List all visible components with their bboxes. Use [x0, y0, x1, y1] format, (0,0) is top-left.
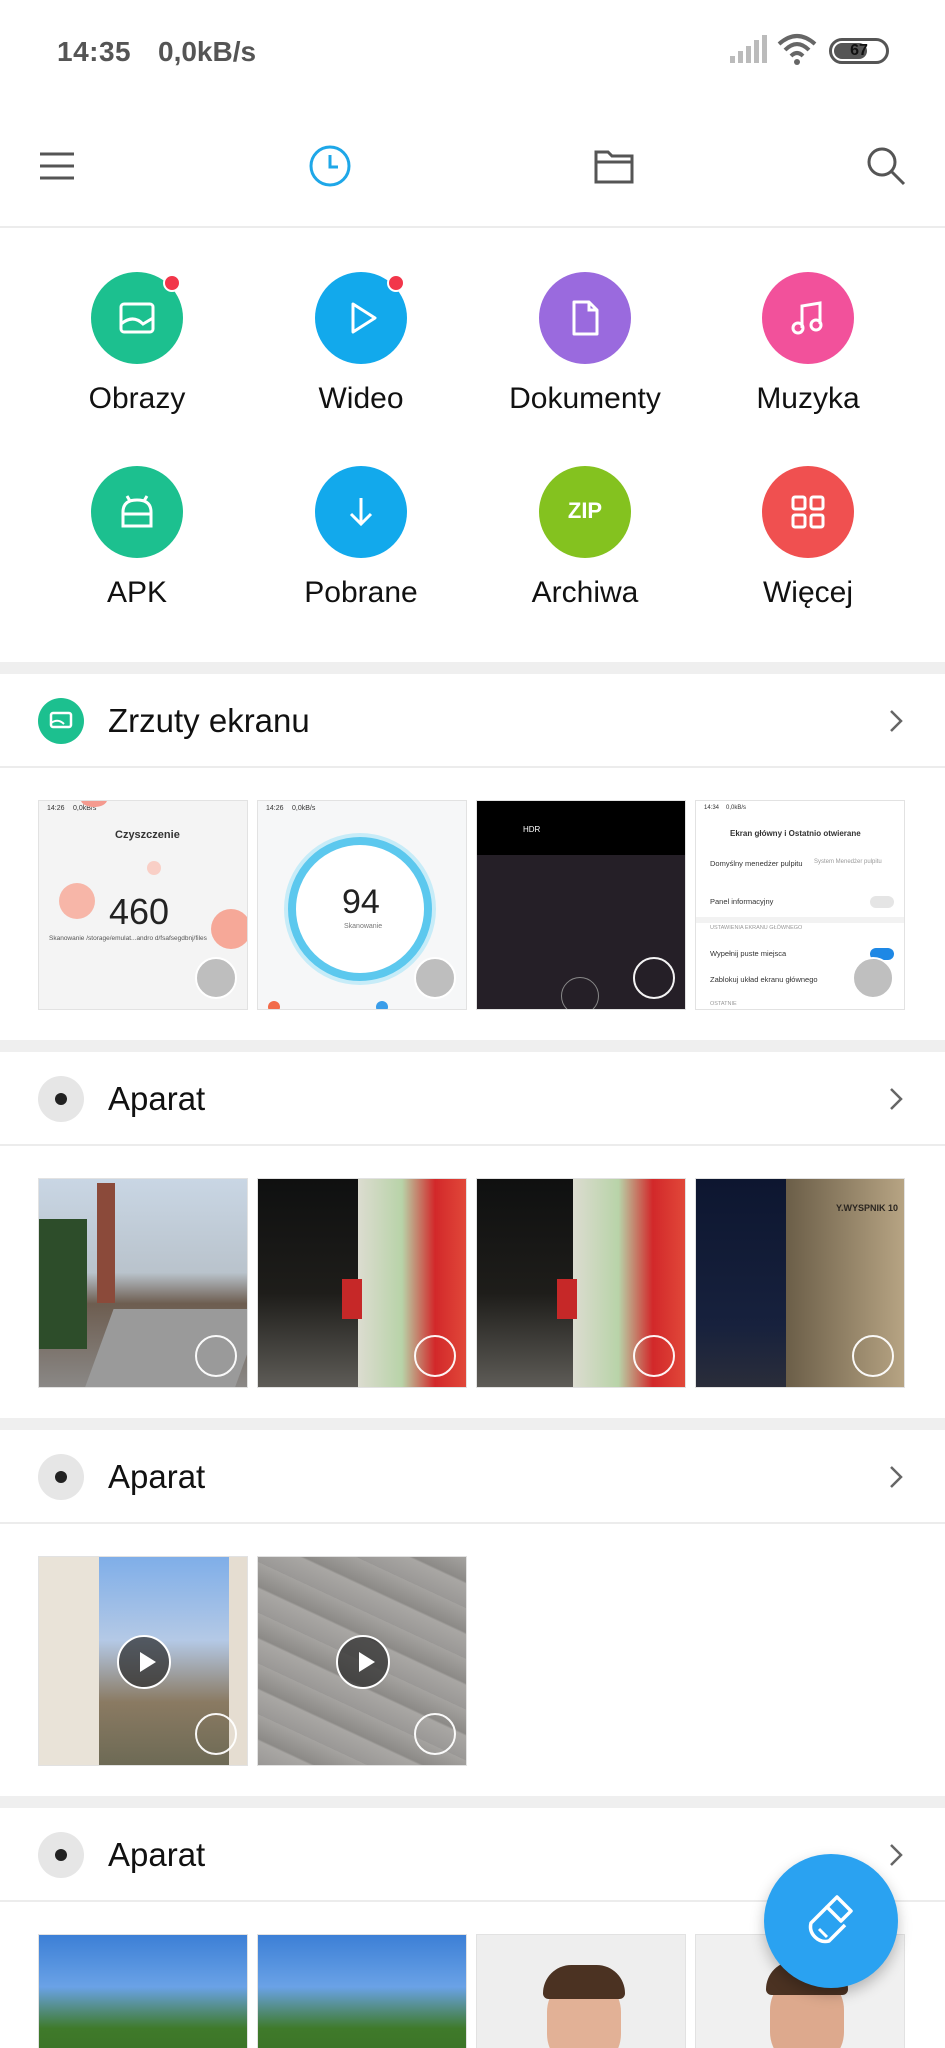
section-header-screenshots[interactable]: Zrzuty ekranu: [0, 674, 945, 768]
camera-icon: [38, 1454, 84, 1500]
clean-button[interactable]: [764, 1854, 898, 1988]
section-divider: [0, 1040, 945, 1052]
thumbnail-screenshot[interactable]: 14:34 0,0kB/s Ekran główny i Ostatnio ot…: [695, 800, 905, 1010]
section-title: Aparat: [108, 1080, 206, 1117]
download-icon: [315, 466, 407, 558]
category-label: Obrazy: [88, 382, 186, 415]
broom-clean-icon: [808, 1895, 853, 1944]
select-checkbox[interactable]: [195, 1713, 237, 1755]
camera-icon: [38, 1832, 84, 1878]
thumbnail-photo[interactable]: [38, 1178, 248, 1388]
status-bar: 14:35 0,0kB/s 67: [0, 0, 945, 104]
menu-icon[interactable]: [34, 142, 82, 190]
chevron-right-icon[interactable]: [887, 1086, 905, 1112]
category-label: Pobrane: [304, 576, 418, 609]
select-checkbox[interactable]: [633, 1335, 675, 1377]
thumbnail-video[interactable]: [38, 1556, 248, 1766]
thumbnail-screenshot[interactable]: HDR: [476, 800, 686, 1010]
section-header-camera[interactable]: Aparat: [0, 1052, 945, 1146]
battery-level: 67: [850, 42, 868, 59]
category-downloads[interactable]: Pobrane: [251, 424, 471, 609]
section-divider: [0, 1796, 945, 1808]
section-title: Aparat: [108, 1458, 206, 1495]
category-video[interactable]: Wideo: [251, 230, 471, 415]
category-label: Archiwa: [531, 576, 639, 609]
category-archives[interactable]: ZIP Archiwa: [475, 424, 695, 609]
new-badge: [387, 274, 405, 292]
chevron-right-icon[interactable]: [887, 708, 905, 734]
camera-icon: [38, 1076, 84, 1122]
grid-icon: [762, 466, 854, 558]
camera-video-thumbnails: [38, 1556, 908, 1768]
category-label: Dokumenty: [509, 382, 661, 415]
top-toolbar: [0, 104, 945, 228]
section-divider: [0, 1418, 945, 1430]
thumbnail-photo[interactable]: [476, 1934, 686, 2048]
thumbnail-photo[interactable]: Y.WYSPNIK 10: [695, 1178, 905, 1388]
thumbnail-photo[interactable]: [257, 1934, 467, 2048]
screenshot-icon: [38, 698, 84, 744]
zip-icon: ZIP: [539, 466, 631, 558]
folder-icon[interactable]: [590, 142, 638, 190]
section-title: Zrzuty ekranu: [108, 702, 310, 739]
section-header-camera[interactable]: Aparat: [0, 1430, 945, 1524]
music-icon: [762, 272, 854, 364]
document-icon: [539, 272, 631, 364]
select-checkbox[interactable]: [414, 1713, 456, 1755]
thumbnail-photo[interactable]: [476, 1178, 686, 1388]
recent-clock-icon[interactable]: [306, 142, 354, 190]
play-icon[interactable]: [117, 1635, 171, 1689]
category-label: Więcej: [762, 576, 853, 609]
new-badge: [163, 274, 181, 292]
select-checkbox[interactable]: [195, 1335, 237, 1377]
category-images[interactable]: Obrazy: [27, 230, 247, 415]
thumbnail-video[interactable]: [257, 1556, 467, 1766]
thumbnail-screenshot[interactable]: 14:26 0,0kB/s 94 Skanowanie: [257, 800, 467, 1010]
section-divider: [0, 662, 945, 674]
select-checkbox[interactable]: [414, 957, 456, 999]
select-checkbox[interactable]: [195, 957, 237, 999]
screenshots-thumbnails: 14:26 0,0kB/s Czyszczenie 460 Skanowanie…: [38, 800, 908, 1012]
android-icon: [91, 466, 183, 558]
category-grid: Obrazy Wideo Dokumenty Muzyka APK Pobran…: [0, 230, 945, 662]
category-label: Muzyka: [756, 382, 860, 415]
select-checkbox[interactable]: [852, 957, 894, 999]
status-time: 14:35: [57, 36, 132, 67]
thumbnail-photo[interactable]: [257, 1178, 467, 1388]
camera-thumbnails: Y.WYSPNIK 10: [38, 1178, 908, 1390]
category-documents[interactable]: Dokumenty: [475, 230, 695, 415]
category-more[interactable]: Więcej: [698, 424, 918, 609]
cell-signal-icon: [730, 35, 767, 63]
chevron-right-icon[interactable]: [887, 1842, 905, 1868]
category-label: Wideo: [318, 382, 404, 415]
category-music[interactable]: Muzyka: [698, 230, 918, 415]
thumbnail-photo[interactable]: [38, 1934, 248, 2048]
select-checkbox[interactable]: [414, 1335, 456, 1377]
wifi-icon: [777, 34, 817, 65]
category-label: APK: [106, 576, 168, 609]
thumbnail-screenshot[interactable]: 14:26 0,0kB/s Czyszczenie 460 Skanowanie…: [38, 800, 248, 1010]
battery-icon: 67: [829, 38, 889, 64]
section-title: Aparat: [108, 1836, 206, 1873]
category-apk[interactable]: APK: [27, 424, 247, 609]
search-icon[interactable]: [862, 142, 910, 190]
select-checkbox[interactable]: [633, 957, 675, 999]
status-net-speed: 0,0kB/s: [158, 36, 257, 67]
select-checkbox[interactable]: [852, 1335, 894, 1377]
play-icon[interactable]: [336, 1635, 390, 1689]
chevron-right-icon[interactable]: [887, 1464, 905, 1490]
